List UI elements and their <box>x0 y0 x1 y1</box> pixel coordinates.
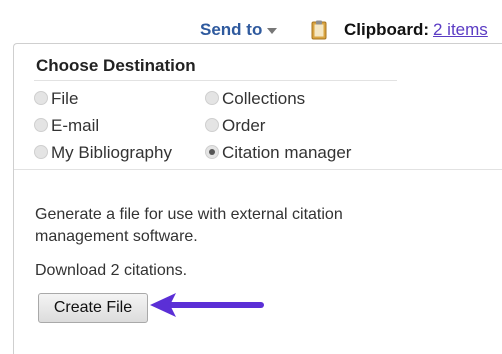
clipboard-label: Clipboard: <box>344 20 429 39</box>
option-file-label: File <box>51 89 79 108</box>
option-collections-label: Collections <box>222 89 306 108</box>
chevron-down-icon[interactable] <box>267 27 278 34</box>
option-citation-manager[interactable]: Citation manager <box>205 143 351 163</box>
panel-title: Choose Destination <box>36 56 196 75</box>
option-my-bibliography[interactable]: My Bibliography <box>34 143 172 163</box>
description-text: Generate a file for use with external ci… <box>35 206 343 245</box>
send-to-menu[interactable]: Send to <box>200 20 278 40</box>
clipboard-icon[interactable] <box>311 20 327 40</box>
clipboard-items-link[interactable]: 2 items <box>433 20 488 39</box>
send-to-label[interactable]: Send to <box>200 20 262 39</box>
title-divider <box>34 80 397 81</box>
section-divider <box>14 169 502 170</box>
option-order-label: Order <box>222 116 266 135</box>
arrow-left-icon <box>150 293 264 317</box>
option-citation-manager-label: Citation manager <box>222 143 352 162</box>
option-collections[interactable]: Collections <box>205 89 305 109</box>
radio-citation-manager[interactable] <box>205 145 219 159</box>
radio-my-bibliography[interactable] <box>34 145 48 159</box>
option-my-bibliography-label: My Bibliography <box>51 143 172 162</box>
option-order[interactable]: Order <box>205 116 265 136</box>
radio-email[interactable] <box>34 118 48 132</box>
radio-collections[interactable] <box>205 91 219 105</box>
create-file-button[interactable]: Create File <box>38 293 148 323</box>
radio-file[interactable] <box>34 91 48 105</box>
radio-order[interactable] <box>205 118 219 132</box>
top-bar: Send to Clipboard: 2 items <box>0 0 502 40</box>
clipboard-status: Clipboard: 2 items <box>344 20 488 40</box>
option-email[interactable]: E-mail <box>34 116 99 136</box>
download-count-text: Download 2 citations. <box>35 262 188 279</box>
option-email-label: E-mail <box>51 116 100 135</box>
option-file[interactable]: File <box>34 89 78 109</box>
